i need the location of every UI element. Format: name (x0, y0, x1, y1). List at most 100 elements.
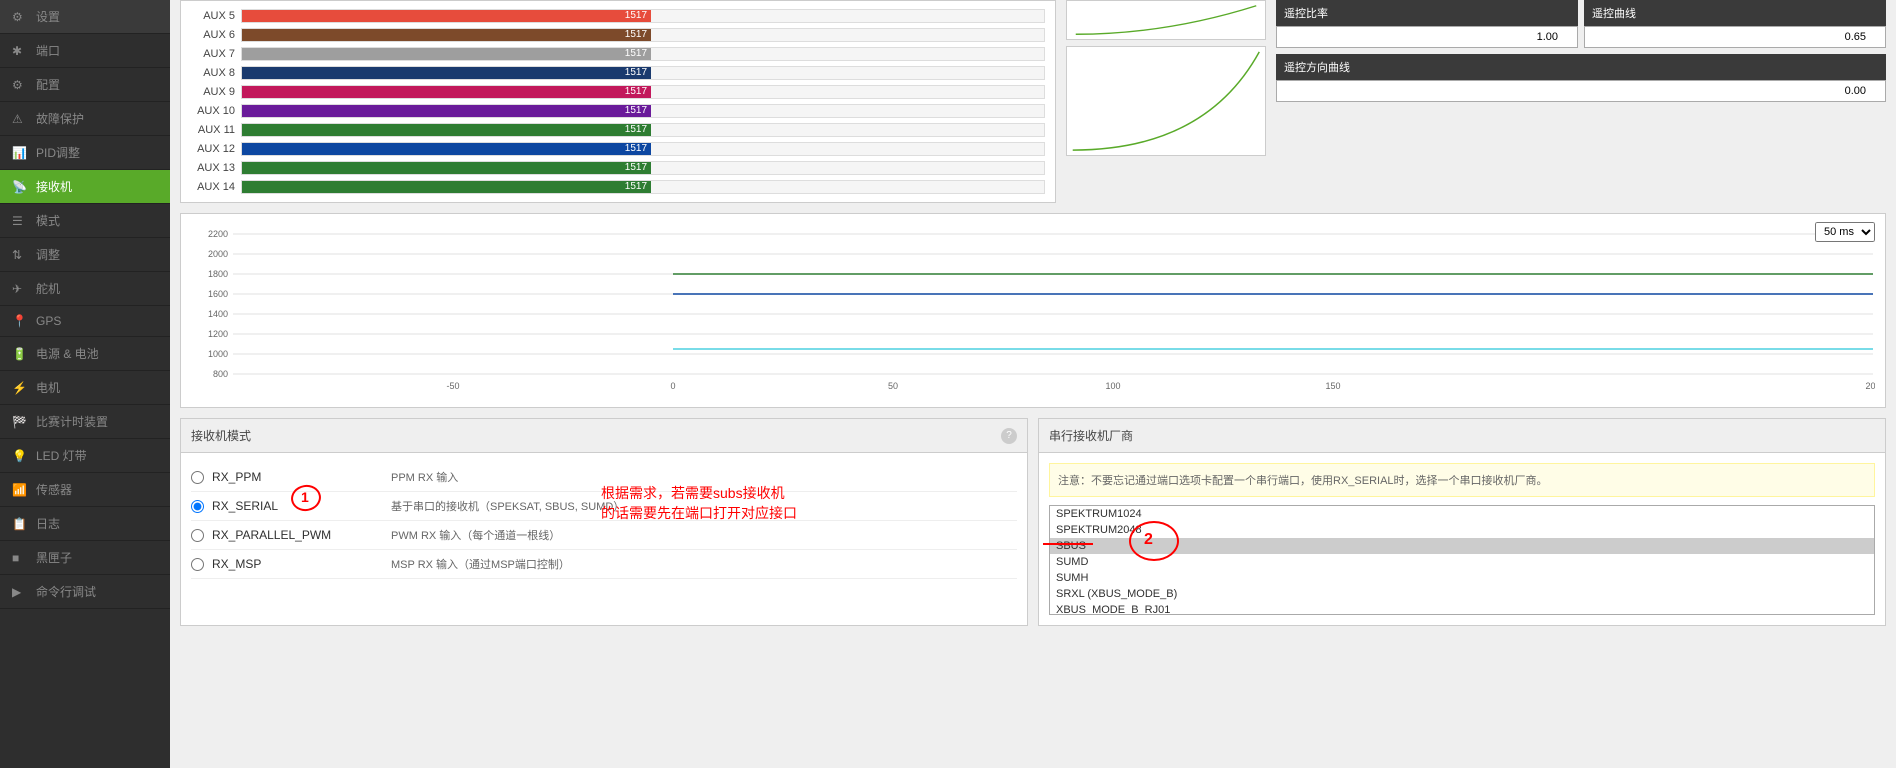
sidebar-item-setup[interactable]: ⚙设置 (0, 0, 170, 34)
svg-text:1000: 1000 (208, 349, 228, 359)
yaw-curve-input[interactable] (1276, 80, 1886, 102)
timeline-svg: 2200200018001600140012001000800 -5005010… (191, 224, 1875, 394)
sidebar: ⚙设置 ✱ 端口 ⚙ 配置 ⚠故障保护 📊 PID调整 📡接收机 ☰ 模式 ⇅调整 ✈舵… (0, 0, 170, 768)
sidebar-item-log[interactable]: 📋日志 (0, 507, 170, 541)
sidebar-label: 端口 (36, 42, 60, 59)
sidebar-label: LED 灯带 (36, 447, 87, 464)
refresh-rate-select[interactable]: 50 ms (1815, 222, 1875, 242)
sidebar-item-modes[interactable]: ☰ 模式 (0, 204, 170, 238)
channel-bar: 1517 (241, 85, 1045, 99)
sidebar-label: 比赛计时装置 (36, 413, 108, 430)
sidebar-label: 配置 (36, 76, 60, 93)
svg-text:0: 0 (670, 381, 675, 391)
sidebar-label: 传感器 (36, 481, 72, 498)
sidebar-item-motors[interactable]: ⚡电机 (0, 371, 170, 405)
sidebar-label: 调整 (36, 246, 60, 263)
rc-rate-input[interactable] (1276, 26, 1578, 48)
sidebar-item-blackbox[interactable]: ■黑匣子 (0, 541, 170, 575)
sidebar-item-sensors[interactable]: 📶 传感器 (0, 473, 170, 507)
sidebar-label: GPS (36, 314, 61, 328)
rx-option-desc: PPM RX 输入 (391, 469, 458, 485)
provider-option[interactable]: SRXL (XBUS_MODE_B) (1050, 586, 1874, 602)
channel-value: 1517 (625, 86, 647, 98)
sidebar-item-servos[interactable]: ✈舵机 (0, 272, 170, 306)
provider-option[interactable]: XBUS_MODE_B_RJ01 (1050, 602, 1874, 615)
rx-radio-RX_PARALLEL_PWM[interactable] (191, 529, 204, 542)
rx-radio-RX_SERIAL[interactable] (191, 500, 204, 513)
channel-value: 1517 (625, 105, 647, 117)
sidebar-item-led[interactable]: 💡 LED 灯带 (0, 439, 170, 473)
sidebar-label: PID调整 (36, 144, 80, 161)
channel-row: AUX 13 1517 (191, 159, 1045, 177)
rx-option-desc: MSP RX 输入（通过MSP端口控制） (391, 556, 570, 572)
sidebar-label: 设置 (36, 8, 60, 25)
sidebar-label: 日志 (36, 515, 60, 532)
channel-bar: 1517 (241, 28, 1045, 42)
rx-option-desc: PWM RX 输入（每个通道一根线） (391, 527, 560, 543)
provider-option[interactable]: SBUS (1050, 538, 1874, 554)
channel-row: AUX 8 1517 (191, 64, 1045, 82)
rx-mode-title: 接收机模式 (191, 427, 251, 444)
race-icon: 🏁 (12, 415, 28, 429)
rx-mode-panel: 接收机模式 ? 1 根据需求，若需要subs接收机 的话需要先在端口打开对应接口… (180, 418, 1028, 626)
rx-option-row: RX_MSP MSP RX 输入（通过MSP端口控制） (191, 550, 1017, 579)
pid-icon: 📊 (12, 146, 28, 160)
channel-bar: 1517 (241, 161, 1045, 175)
gps-icon: 📍 (12, 314, 28, 328)
sidebar-item-ports[interactable]: ✱ 端口 (0, 34, 170, 68)
sidebar-item-power[interactable]: 🔋电源 & 电池 (0, 337, 170, 371)
sidebar-item-failsafe[interactable]: ⚠故障保护 (0, 102, 170, 136)
provider-select[interactable]: SPEKTRUM1024SPEKTRUM2048SBUSSUMDSUMHSRXL… (1049, 505, 1875, 615)
modes-icon: ☰ (12, 214, 28, 228)
rc-curve-input[interactable] (1584, 26, 1886, 48)
provider-option[interactable]: SUMH (1050, 570, 1874, 586)
provider-option[interactable]: SPEKTRUM1024 (1050, 506, 1874, 522)
provider-note: 注意：不要忘记通过端口选项卡配置一个串行端口，使用RX_SERIAL时，选择一个… (1049, 463, 1875, 497)
svg-text:-50: -50 (446, 381, 459, 391)
main-content: AUX 5 1517 AUX 6 1517 AUX 7 1517 AUX 8 1… (170, 0, 1896, 768)
sidebar-item-gps[interactable]: 📍 GPS (0, 306, 170, 337)
gear-icon: ⚙ (12, 78, 28, 92)
svg-text:50: 50 (888, 381, 898, 391)
channel-label: AUX 10 (191, 105, 241, 117)
rx-option-desc: 基于串口的接收机（SPEKSAT, SBUS, SUMD） (391, 498, 624, 514)
sidebar-item-receiver[interactable]: 📡接收机 (0, 170, 170, 204)
timeline-graph: 50 ms 2200200018001600140012001000800 -5… (180, 213, 1886, 408)
channel-row: AUX 7 1517 (191, 45, 1045, 63)
channel-label: AUX 13 (191, 162, 241, 174)
yaw-curve-label: 遥控方向曲线 (1276, 54, 1886, 80)
help-icon[interactable]: ? (1001, 428, 1017, 444)
channel-value: 1517 (625, 67, 647, 79)
led-icon: 💡 (12, 449, 28, 463)
channel-row: AUX 12 1517 (191, 140, 1045, 158)
ports-icon: ✱ (12, 44, 28, 58)
channel-value: 1517 (625, 48, 647, 60)
rx-radio-RX_PPM[interactable] (191, 471, 204, 484)
channel-bar: 1517 (241, 180, 1045, 194)
sidebar-label: 模式 (36, 212, 60, 229)
svg-text:800: 800 (213, 369, 228, 379)
channel-label: AUX 9 (191, 86, 241, 98)
sensor-icon: 📶 (12, 483, 28, 497)
channel-value: 1517 (625, 162, 647, 174)
provider-option[interactable]: SUMD (1050, 554, 1874, 570)
sidebar-item-adjust[interactable]: ⇅调整 (0, 238, 170, 272)
channel-row: AUX 14 1517 (191, 178, 1045, 196)
channel-value: 1517 (625, 143, 647, 155)
provider-title: 串行接收机厂商 (1049, 427, 1133, 444)
channel-value: 1517 (625, 10, 647, 22)
channel-row: AUX 6 1517 (191, 26, 1045, 44)
sidebar-item-config[interactable]: ⚙ 配置 (0, 68, 170, 102)
sidebar-item-cli[interactable]: ▶命令行调试 (0, 575, 170, 609)
warning-icon: ⚠ (12, 112, 28, 126)
svg-text:2000: 2000 (208, 249, 228, 259)
rx-radio-RX_MSP[interactable] (191, 558, 204, 571)
channel-label: AUX 11 (191, 124, 241, 136)
sidebar-item-pid[interactable]: 📊 PID调整 (0, 136, 170, 170)
receiver-icon: 📡 (12, 180, 28, 194)
sidebar-item-race[interactable]: 🏁 比赛计时装置 (0, 405, 170, 439)
provider-option[interactable]: SPEKTRUM2048 (1050, 522, 1874, 538)
svg-text:1200: 1200 (208, 329, 228, 339)
sidebar-label: 舵机 (36, 280, 60, 297)
svg-text:1800: 1800 (208, 269, 228, 279)
